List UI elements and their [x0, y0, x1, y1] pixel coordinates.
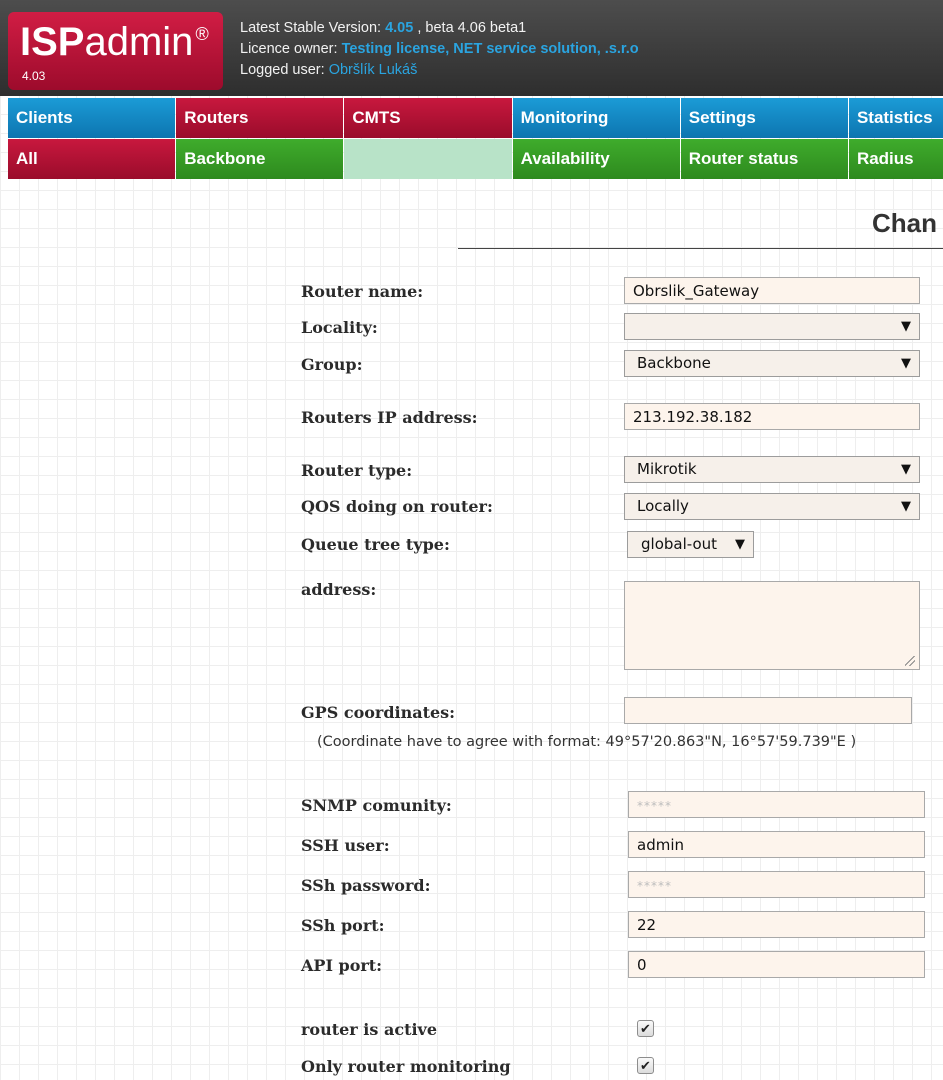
router-name-label: Router name:	[301, 282, 424, 301]
logo-text: ISPadmin ®	[20, 20, 209, 64]
snmp-label: SNMP comunity:	[301, 796, 452, 815]
ip-address-label: Routers IP address:	[301, 408, 478, 427]
logged-user-link[interactable]: Obršlík Lukáš	[329, 62, 418, 78]
ispadmin-logo[interactable]: ISPadmin ® 4.03	[8, 12, 223, 90]
app-header: ISPadmin ® 4.03 Latest Stable Version: 4.…	[0, 0, 943, 96]
qos-value: Locally	[637, 497, 689, 515]
user-line: Logged user: Obršlík Lukáš	[240, 62, 418, 78]
subnav-backbone[interactable]: Backbone	[176, 139, 344, 179]
address-textarea[interactable]	[624, 581, 920, 670]
ip-address-input[interactable]	[624, 403, 920, 430]
chevron-down-icon: ▼	[901, 462, 911, 477]
only-monitoring-label: Only router monitoring	[301, 1057, 511, 1076]
locality-label: Locality:	[301, 318, 378, 337]
sub-nav: All Backbone Availability Router status …	[8, 139, 943, 179]
queue-tree-label: Queue tree type:	[301, 535, 450, 554]
subnav-empty[interactable]	[344, 139, 512, 179]
api-port-input[interactable]	[628, 951, 925, 978]
nav-statistics[interactable]: Statistics	[848, 98, 943, 138]
nav-routers[interactable]: Routers	[176, 98, 344, 138]
nav-settings[interactable]: Settings	[680, 98, 848, 138]
subnav-radius[interactable]: Radius	[848, 139, 943, 179]
group-label: Group:	[301, 355, 363, 374]
check-icon: ✔	[640, 1021, 651, 1036]
chevron-down-icon: ▼	[901, 319, 911, 334]
gps-format-hint: (Coordinate have to agree with format: 4…	[317, 734, 857, 750]
snmp-input[interactable]	[628, 791, 925, 818]
queue-tree-value: global-out	[641, 535, 718, 553]
nav-clients[interactable]: Clients	[8, 98, 176, 138]
ssh-password-input[interactable]	[628, 871, 925, 898]
licence-owner: Testing license, NET service solution, .…	[341, 41, 639, 57]
chevron-down-icon: ▼	[901, 499, 911, 514]
ssh-user-label: SSH user:	[301, 836, 390, 855]
nav-monitoring[interactable]: Monitoring	[512, 98, 680, 138]
address-label: address:	[301, 580, 377, 599]
version-line: Latest Stable Version: 4.05 , beta 4.06 …	[240, 20, 527, 36]
subnav-all[interactable]: All	[8, 139, 176, 179]
logo-version: 4.03	[22, 69, 46, 83]
gps-label: GPS coordinates:	[301, 703, 456, 722]
ssh-port-input[interactable]	[628, 911, 925, 938]
only-monitoring-checkbox[interactable]: ✔	[637, 1057, 654, 1074]
title-divider	[458, 248, 943, 249]
router-active-label: router is active	[301, 1020, 438, 1039]
ssh-user-input[interactable]	[628, 831, 925, 858]
qos-label: QOS doing on router:	[301, 497, 493, 516]
main-nav: Clients Routers CMTS Monitoring Settings…	[8, 98, 943, 138]
api-port-label: API port:	[301, 956, 383, 975]
group-select[interactable]: Backbone ▼	[624, 350, 920, 377]
licence-line: Licence owner: Testing license, NET serv…	[240, 41, 639, 57]
locality-select[interactable]: ▼	[624, 313, 920, 340]
check-icon: ✔	[640, 1058, 651, 1073]
subnav-router-status[interactable]: Router status	[680, 139, 848, 179]
subnav-availability[interactable]: Availability	[512, 139, 680, 179]
page-title: Chan	[872, 208, 937, 238]
router-type-label: Router type:	[301, 461, 413, 480]
group-value: Backbone	[637, 354, 711, 372]
header-info: Latest Stable Version: 4.05 , beta 4.06 …	[240, 18, 639, 81]
qos-select[interactable]: Locally ▼	[624, 493, 920, 520]
gps-input[interactable]	[624, 697, 912, 724]
router-type-select[interactable]: Mikrotik ▼	[624, 456, 920, 483]
router-active-checkbox[interactable]: ✔	[637, 1020, 654, 1037]
ssh-password-label: SSh password:	[301, 876, 431, 895]
router-name-input[interactable]	[624, 277, 920, 304]
stable-version-link[interactable]: 4.05	[385, 20, 413, 36]
queue-tree-select[interactable]: global-out ▼	[627, 531, 754, 558]
ssh-port-label: SSh port:	[301, 916, 385, 935]
chevron-down-icon: ▼	[901, 356, 911, 371]
resize-handle-icon[interactable]	[905, 656, 915, 666]
chevron-down-icon: ▼	[735, 537, 745, 552]
nav-cmts[interactable]: CMTS	[344, 98, 512, 138]
router-type-value: Mikrotik	[637, 460, 697, 478]
